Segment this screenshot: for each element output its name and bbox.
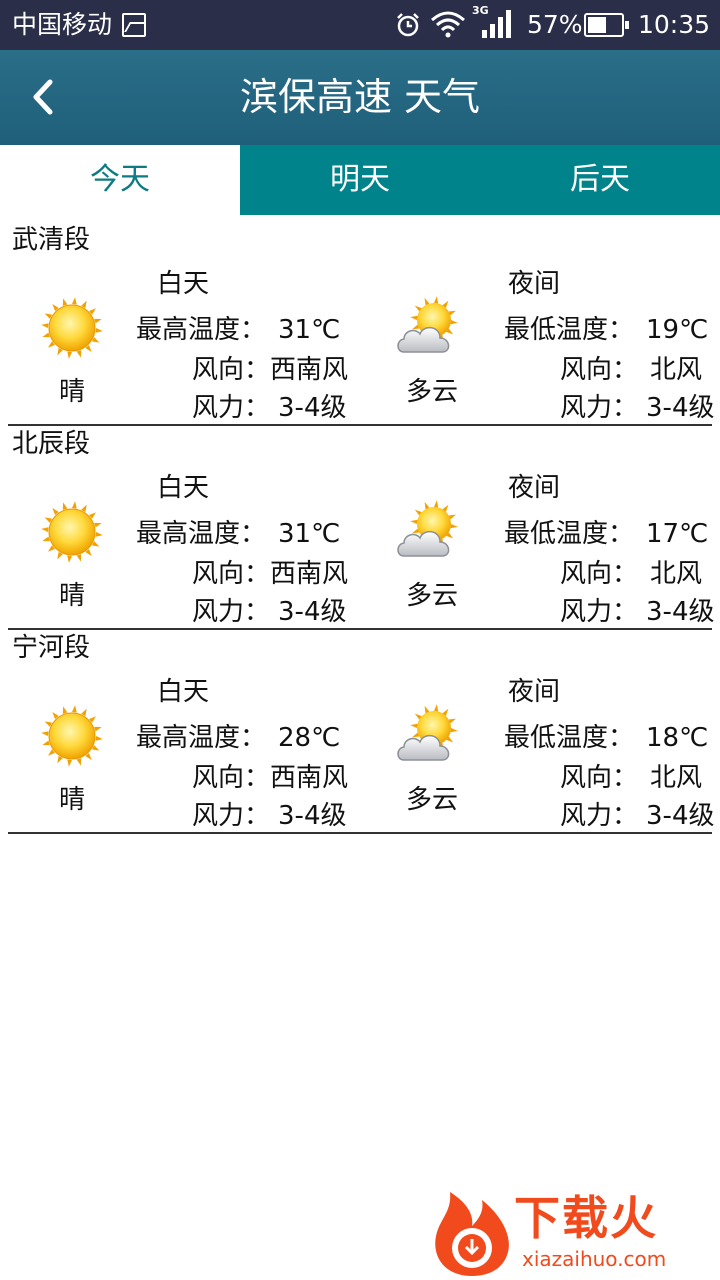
- wifi-icon: [431, 11, 465, 38]
- night-wind-force-row: 风力： 3-4级: [560, 798, 714, 834]
- section-name: 武清段: [12, 225, 91, 255]
- wind-force-label: 风力：: [192, 393, 271, 423]
- wind-dir-label: 风向：: [192, 559, 271, 589]
- wind-force-label: 风力：: [560, 801, 639, 831]
- day-wind-dir-value: 西南风: [270, 763, 349, 793]
- wind-dir-label: 风向：: [192, 355, 271, 385]
- day-max-temp-row: 最高温度： 28℃: [136, 720, 340, 756]
- night-wind-force-value: 3-4级: [646, 597, 715, 627]
- page-title: 滨保高速 天气: [239, 75, 481, 119]
- day-header: 白天: [157, 473, 210, 503]
- night-header: 夜间: [508, 677, 561, 707]
- carrier-name: 中国移动: [12, 10, 113, 39]
- night-min-temp-row: 最低温度： 18℃: [504, 720, 708, 756]
- night-wind-force-row: 风力： 3-4级: [560, 594, 714, 630]
- day-max-temp-row: 最高温度： 31℃: [136, 312, 340, 348]
- night-min-temp-row: 最低温度： 19℃: [504, 312, 708, 348]
- night-condition: 多云: [405, 377, 458, 407]
- min-temp-label: 最低温度：: [504, 723, 635, 753]
- night-wind-dir-row: 风向： 北风: [560, 760, 702, 796]
- night-wind-force-value: 3-4级: [646, 801, 715, 831]
- watermark-brand: 下载火: [514, 1191, 658, 1245]
- sunny-icon: [41, 297, 103, 359]
- day-wind-dir-value: 西南风: [270, 355, 349, 385]
- tab-day-after-tomorrow[interactable]: 后天: [480, 145, 720, 215]
- partly-cloudy-icon: [397, 704, 458, 761]
- day-wind-force-value: 3-4级: [278, 801, 347, 831]
- wind-force-label: 风力：: [560, 597, 639, 627]
- road-section: 北辰段 白天 夜间 晴 多云 最高温度： 31℃ 风向：西南风 风力： 3-4级 最…: [0, 426, 720, 630]
- night-wind-force-value: 3-4级: [646, 393, 715, 423]
- day-wind-dir-row: 风向：西南风: [192, 352, 348, 388]
- day-condition: 晴: [58, 581, 85, 611]
- night-wind-dir-value: 北风: [650, 355, 703, 385]
- day-tabs: 今天 明天 后天: [0, 145, 720, 215]
- min-temp-label: 最低温度：: [504, 519, 635, 549]
- day-max-temp-value: 31℃: [278, 519, 341, 549]
- day-condition: 晴: [58, 377, 85, 407]
- wind-dir-label: 风向：: [192, 763, 271, 793]
- wind-force-label: 风力：: [192, 597, 271, 627]
- day-header: 白天: [157, 677, 210, 707]
- night-min-temp-row: 最低温度： 17℃: [504, 516, 708, 552]
- wind-force-label: 风力：: [192, 801, 271, 831]
- section-name: 宁河段: [12, 633, 91, 663]
- day-condition: 晴: [58, 785, 85, 815]
- max-temp-label: 最高温度：: [136, 723, 267, 753]
- night-wind-dir-value: 北风: [650, 763, 703, 793]
- flame-logo-icon: [435, 1192, 509, 1276]
- road-section: 武清段 白天 夜间 晴 多云 最高温度： 31℃ 风向：西南风 风力： 3-4级 最…: [0, 222, 720, 426]
- wind-dir-label: 风向：: [560, 559, 639, 589]
- day-wind-force-value: 3-4级: [278, 393, 347, 423]
- alarm-icon: [397, 13, 419, 37]
- wind-dir-label: 风向：: [560, 355, 639, 385]
- night-header: 夜间: [508, 269, 561, 299]
- day-max-temp-row: 最高温度： 31℃: [136, 516, 340, 552]
- clock: 10:35: [638, 10, 711, 39]
- min-temp-label: 最低温度：: [504, 315, 635, 345]
- night-wind-force-row: 风力： 3-4级: [560, 390, 714, 426]
- image-notification-icon: [122, 13, 146, 37]
- day-wind-force-row: 风力： 3-4级: [192, 798, 346, 834]
- night-min-temp-value: 19℃: [646, 315, 709, 345]
- day-wind-force-value: 3-4级: [278, 597, 347, 627]
- night-wind-dir-row: 风向： 北风: [560, 556, 702, 592]
- day-wind-dir-row: 风向：西南风: [192, 760, 348, 796]
- partly-cloudy-icon: [397, 296, 458, 353]
- watermark-url: xiazaihuo.com: [522, 1247, 667, 1271]
- section-name: 北辰段: [12, 429, 91, 459]
- partly-cloudy-icon: [397, 500, 458, 557]
- day-wind-dir-row: 风向：西南风: [192, 556, 348, 592]
- app-header: 滨保高速 天气: [0, 50, 720, 145]
- night-condition: 多云: [405, 581, 458, 611]
- day-wind-dir-value: 西南风: [270, 559, 349, 589]
- sunny-icon: [41, 705, 103, 767]
- day-wind-force-row: 风力： 3-4级: [192, 594, 346, 630]
- day-header: 白天: [157, 269, 210, 299]
- night-wind-dir-value: 北风: [650, 559, 703, 589]
- max-temp-label: 最高温度：: [136, 519, 267, 549]
- night-min-temp-value: 18℃: [646, 723, 709, 753]
- night-header: 夜间: [508, 473, 561, 503]
- night-condition: 多云: [405, 785, 458, 815]
- road-section: 宁河段 白天 夜间 晴 多云 最高温度： 28℃ 风向：西南风 风力： 3-4级 最…: [0, 630, 720, 834]
- day-max-temp-value: 28℃: [278, 723, 341, 753]
- tab-tomorrow[interactable]: 明天: [240, 145, 480, 215]
- battery-percent: 57%: [527, 10, 583, 39]
- battery-icon: [584, 13, 629, 37]
- day-wind-force-row: 风力： 3-4级: [192, 390, 346, 426]
- tab-today[interactable]: 今天: [0, 145, 240, 215]
- watermark-logo: 下载火 xiazaihuo.com: [428, 1188, 718, 1278]
- wind-force-label: 风力：: [560, 393, 639, 423]
- day-max-temp-value: 31℃: [278, 315, 341, 345]
- sunny-icon: [41, 501, 103, 563]
- night-wind-dir-row: 风向： 北风: [560, 352, 702, 388]
- night-min-temp-value: 17℃: [646, 519, 709, 549]
- wind-dir-label: 风向：: [560, 763, 639, 793]
- signal-icon: [482, 10, 511, 38]
- max-temp-label: 最高温度：: [136, 315, 267, 345]
- section-divider: [8, 832, 712, 834]
- status-bar: 中国移动 3G 57% 10:35: [0, 0, 720, 50]
